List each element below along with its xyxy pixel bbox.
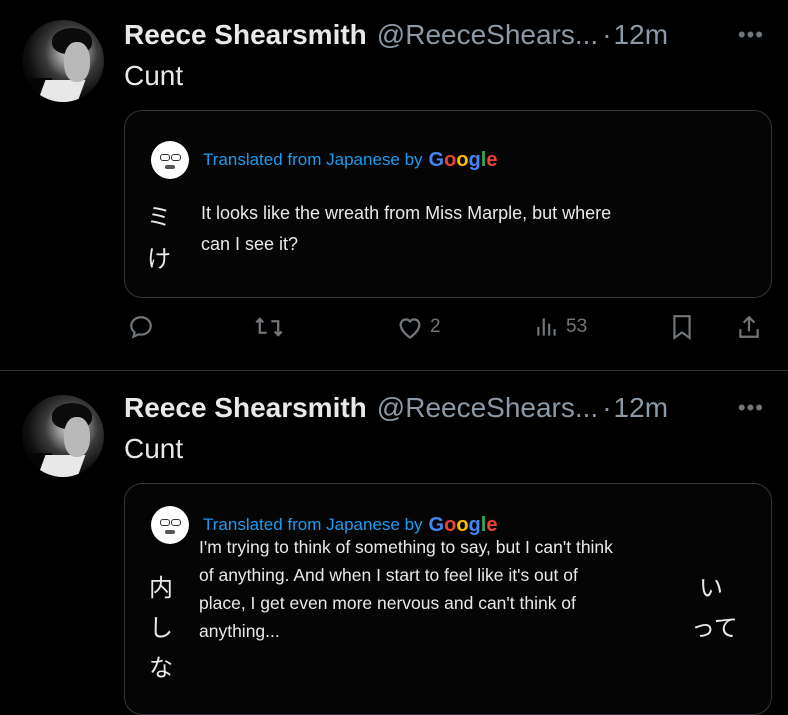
tweet-actions: 2 53 bbox=[124, 314, 770, 346]
separator-dot: · bbox=[602, 19, 612, 50]
google-logo: Google bbox=[428, 148, 498, 171]
timestamp[interactable]: 12m bbox=[614, 19, 668, 51]
tweet[interactable]: Reece Shearsmith @ReeceShears... · 12m •… bbox=[0, 0, 788, 370]
retweet-icon bbox=[255, 317, 283, 337]
author-name[interactable]: Reece Shearsmith bbox=[124, 392, 367, 424]
avatar[interactable] bbox=[22, 20, 104, 102]
translation-line: anything... bbox=[199, 621, 280, 641]
translation-line: I'm trying to think of something to say,… bbox=[199, 537, 613, 557]
translation-line: It looks like the wreath from Miss Marpl… bbox=[201, 203, 612, 223]
tweet-text: Cunt bbox=[124, 60, 184, 91]
separator-dot: · bbox=[602, 392, 612, 423]
translation-text: I'm trying to think of something to say,… bbox=[199, 533, 613, 645]
original-text-fragment: い bbox=[699, 575, 723, 602]
timestamp[interactable]: 12m bbox=[614, 392, 668, 424]
like-count: 2 bbox=[430, 316, 441, 337]
avatar[interactable] bbox=[22, 395, 104, 477]
tweet-header: Reece Shearsmith @ReeceShears... · 12m bbox=[124, 388, 668, 428]
original-text-fragment: け bbox=[147, 246, 171, 273]
author-handle[interactable]: @ReeceShears... bbox=[377, 392, 598, 424]
translation-line: can I see it? bbox=[201, 234, 299, 254]
retweet-button[interactable] bbox=[254, 314, 284, 340]
original-text-fragment: な bbox=[149, 655, 173, 682]
share-icon bbox=[739, 315, 759, 338]
reply-button[interactable] bbox=[128, 314, 154, 340]
original-text-fragment: って bbox=[691, 615, 738, 642]
quoted-user-avatar bbox=[151, 506, 189, 544]
original-text-fragment: ミ bbox=[147, 204, 171, 231]
tweet-header: Reece Shearsmith @ReeceShears... · 12m bbox=[124, 15, 668, 55]
quote-tweet-card[interactable]: Translated from Japanese by Google ミ け I… bbox=[124, 110, 772, 298]
translated-label: Translated from Japanese by bbox=[203, 515, 423, 534]
quoted-user-avatar bbox=[151, 141, 189, 179]
translation-attribution: Translated from Japanese by Google bbox=[151, 141, 497, 179]
author-name[interactable]: Reece Shearsmith bbox=[124, 19, 367, 51]
translated-label: Translated from Japanese by bbox=[203, 150, 423, 169]
views-button[interactable]: 53 bbox=[534, 314, 587, 340]
like-icon bbox=[399, 318, 421, 339]
translation-line: of anything. And when I start to feel li… bbox=[199, 565, 578, 585]
bookmark-button[interactable] bbox=[670, 314, 694, 340]
tweet[interactable]: Reece Shearsmith @ReeceShears... · 12m •… bbox=[0, 375, 788, 715]
views-icon bbox=[537, 318, 556, 336]
author-handle[interactable]: @ReeceShears... bbox=[377, 19, 598, 51]
original-text-fragment: 内 bbox=[149, 575, 173, 602]
tweet-divider bbox=[0, 370, 788, 371]
original-text-fragment: し bbox=[149, 615, 173, 642]
bookmark-icon bbox=[673, 315, 691, 340]
share-button[interactable] bbox=[736, 314, 762, 340]
translation-text: It looks like the wreath from Miss Marpl… bbox=[201, 198, 611, 260]
translation-line: place, I get even more nervous and can't… bbox=[199, 593, 576, 613]
views-count: 53 bbox=[566, 316, 588, 337]
tweet-text: Cunt bbox=[124, 433, 184, 464]
reply-icon bbox=[130, 316, 152, 339]
more-options-icon[interactable]: ••• bbox=[738, 22, 764, 48]
quote-tweet-card[interactable]: Translated from Japanese by Google 内 し な… bbox=[124, 483, 772, 715]
more-options-icon[interactable]: ••• bbox=[738, 395, 764, 421]
like-button[interactable]: 2 bbox=[396, 314, 441, 340]
